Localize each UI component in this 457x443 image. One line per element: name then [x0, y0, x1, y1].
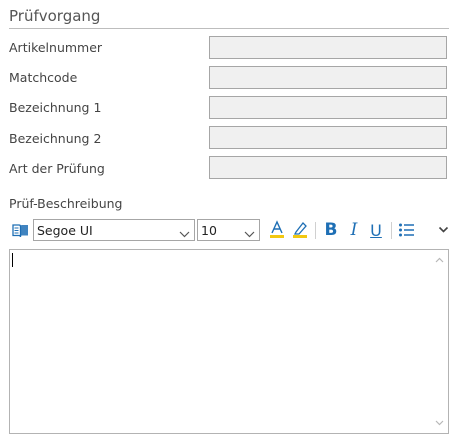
label-bezeichnung-2: Bezeichnung 2 [9, 131, 102, 146]
label-bezeichnung-1: Bezeichnung 1 [9, 100, 102, 115]
more-chevron-icon[interactable] [433, 220, 453, 240]
chevron-down-icon [244, 226, 255, 241]
bold-icon[interactable]: B [321, 220, 341, 240]
label-matchcode: Matchcode [9, 70, 78, 85]
label-art-der-pruefung: Art der Prüfung [9, 161, 105, 176]
scroll-up-icon[interactable] [431, 252, 448, 268]
label-artikelnummer: Artikelnummer [9, 40, 103, 55]
font-size-select[interactable]: 10 [197, 219, 260, 241]
section-title: Prüfvorgang [9, 7, 101, 25]
vertical-scrollbar[interactable] [431, 250, 448, 433]
bezeichnung-1-field[interactable] [209, 96, 447, 119]
font-family-value: Segoe UI [37, 223, 93, 238]
font-color-icon[interactable] [267, 220, 287, 240]
underline-icon[interactable]: U [366, 220, 386, 240]
italic-icon[interactable]: I [344, 220, 364, 240]
scroll-down-icon[interactable] [431, 415, 448, 431]
artikelnummer-field[interactable] [209, 36, 447, 59]
bullet-list-icon[interactable] [397, 220, 417, 240]
bezeichnung-2-field[interactable] [209, 126, 447, 149]
font-size-value: 10 [201, 223, 217, 238]
font-family-select[interactable]: Segoe UI [33, 219, 195, 241]
toolbar-separator [391, 222, 392, 239]
highlight-icon[interactable] [290, 220, 310, 240]
matchcode-field[interactable] [209, 66, 447, 89]
section-divider [9, 28, 449, 29]
art-der-pruefung-field[interactable] [209, 156, 447, 179]
description-editor[interactable] [9, 249, 449, 434]
toolbar-separator [315, 222, 316, 239]
book-icon[interactable] [11, 222, 29, 238]
chevron-down-icon [179, 226, 190, 241]
description-label: Prüf-Beschreibung [9, 196, 123, 211]
editor-toolbar: Segoe UI 10 B I U [9, 218, 449, 244]
text-caret [12, 253, 13, 267]
